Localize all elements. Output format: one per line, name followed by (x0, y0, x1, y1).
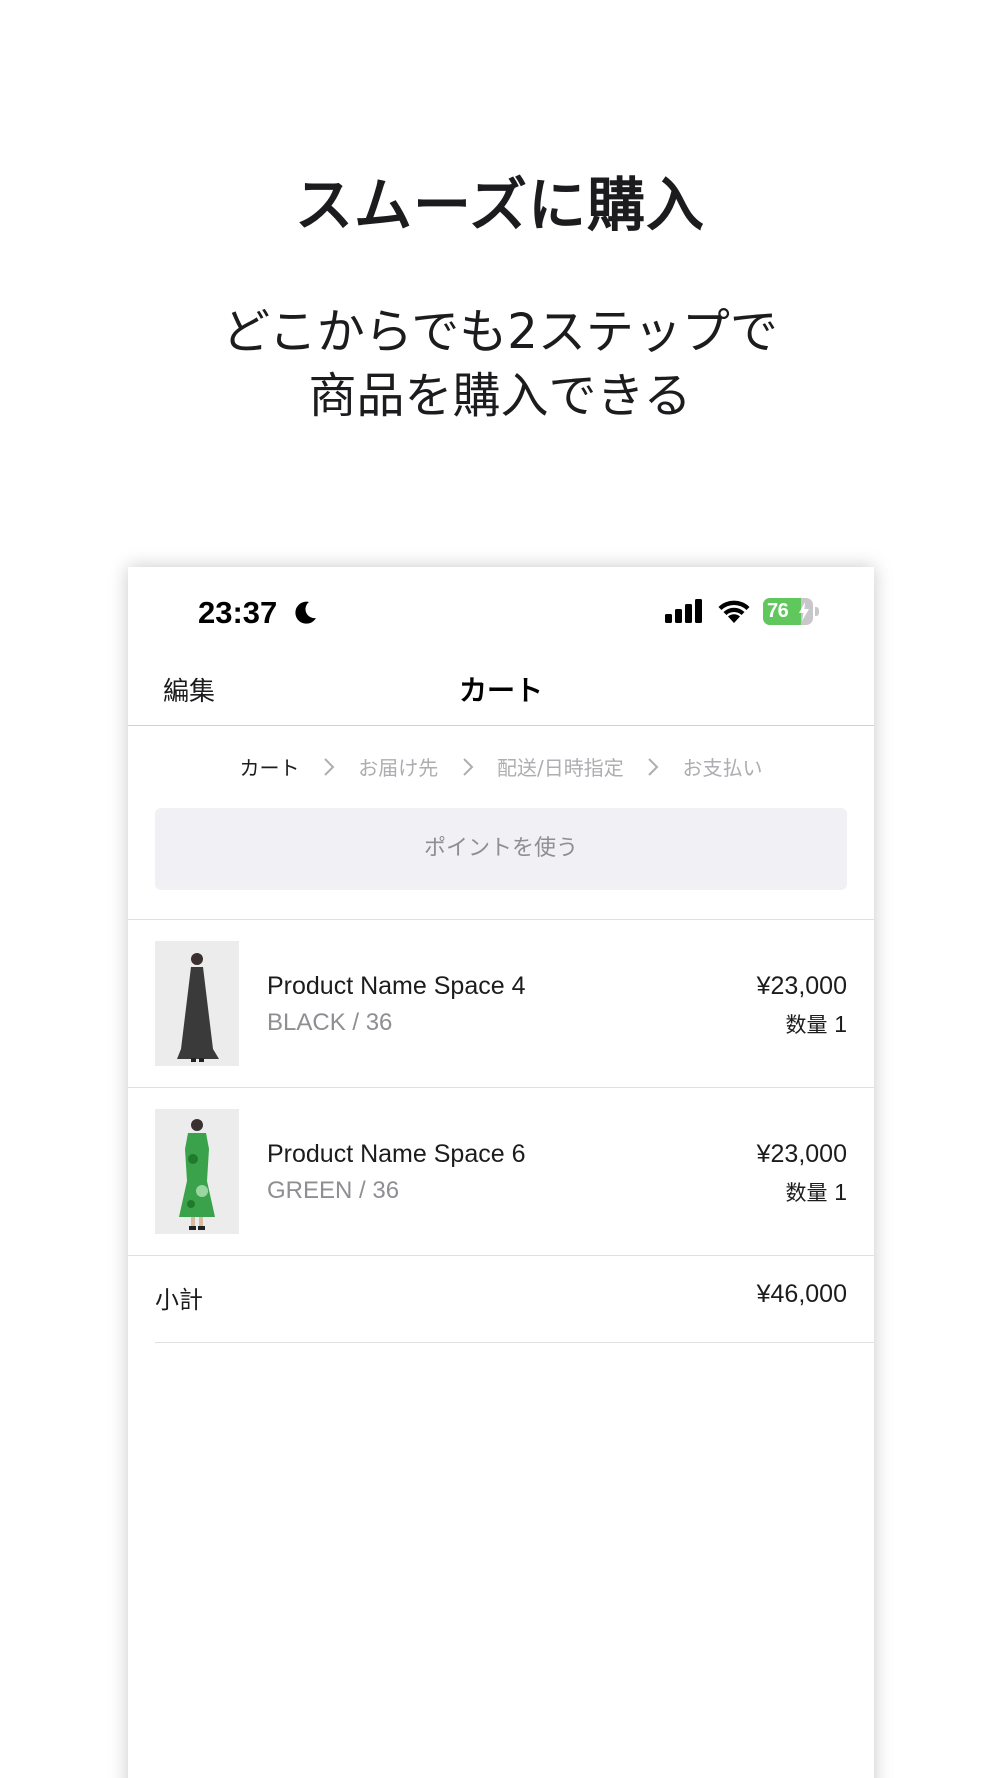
product-price: ¥23,000 (756, 1140, 847, 1168)
product-quantity: 数量 1 (786, 1009, 847, 1039)
nav-title: カート (458, 674, 543, 707)
divider (128, 1255, 874, 1256)
quantity-label: 数量 (785, 1013, 828, 1037)
product-thumbnail[interactable] (155, 1109, 239, 1234)
phone-screen: 23:37 76 カート 編集 カート お届け先 配送/日時指定 お支払い ポイ… (128, 567, 874, 1778)
status-time: 23:37 (198, 595, 278, 630)
charging-bolt-icon (799, 602, 809, 621)
promo-subtitle-line-2: 商品を購入できる (308, 368, 692, 424)
quantity-value: 1 (834, 1179, 847, 1205)
product-name: Product Name Space 6 (267, 1140, 526, 1168)
product-name: Product Name Space 4 (267, 972, 526, 1000)
step-cart: カート (239, 756, 300, 780)
subtotal-value: ¥46,000 (756, 1280, 847, 1308)
status-bar: 23:37 76 (128, 567, 874, 659)
battery-icon: 76 (763, 598, 819, 625)
product-variant: BLACK / 36 (267, 1009, 393, 1036)
cart-item[interactable]: Product Name Space 4 BLACK / 36 ¥23,000 … (128, 920, 874, 1087)
moon-icon (295, 601, 316, 624)
checkout-steps: カート お届け先 配送/日時指定 お支払い (128, 752, 874, 781)
wifi-icon (718, 600, 750, 623)
battery-level: 76 (767, 600, 789, 622)
step-payment: お支払い (682, 756, 763, 780)
subtotal-label: 小計 (155, 1286, 203, 1314)
promo-subtitle-line-1: どこからでも2ステップで (222, 304, 778, 360)
chevron-right-icon (648, 757, 659, 776)
product-quantity: 数量 1 (786, 1177, 847, 1207)
cart-item[interactable]: Product Name Space 6 GREEN / 36 ¥23,000 … (128, 1088, 874, 1255)
chevron-right-icon (462, 757, 474, 776)
step-shipping-datetime: 配送/日時指定 (496, 756, 624, 780)
product-price: ¥23,000 (756, 972, 847, 1000)
nav-bar: カート 編集 (128, 659, 874, 726)
use-points-button[interactable]: ポイントを使う (155, 808, 847, 890)
product-thumbnail[interactable] (155, 941, 239, 1066)
step-delivery-address: お届け先 (358, 756, 439, 780)
divider (155, 1342, 874, 1343)
promo-title: スムーズに購入 (294, 171, 706, 239)
product-variant: GREEN / 36 (267, 1177, 400, 1204)
edit-button[interactable]: 編集 (163, 671, 215, 708)
promo-subtitle: どこからでも2ステップで 商品を購入できる (0, 300, 1000, 428)
chevron-right-icon (324, 757, 335, 776)
quantity-value: 1 (834, 1011, 847, 1037)
quantity-label: 数量 (785, 1181, 828, 1205)
signal-icon (665, 599, 702, 623)
